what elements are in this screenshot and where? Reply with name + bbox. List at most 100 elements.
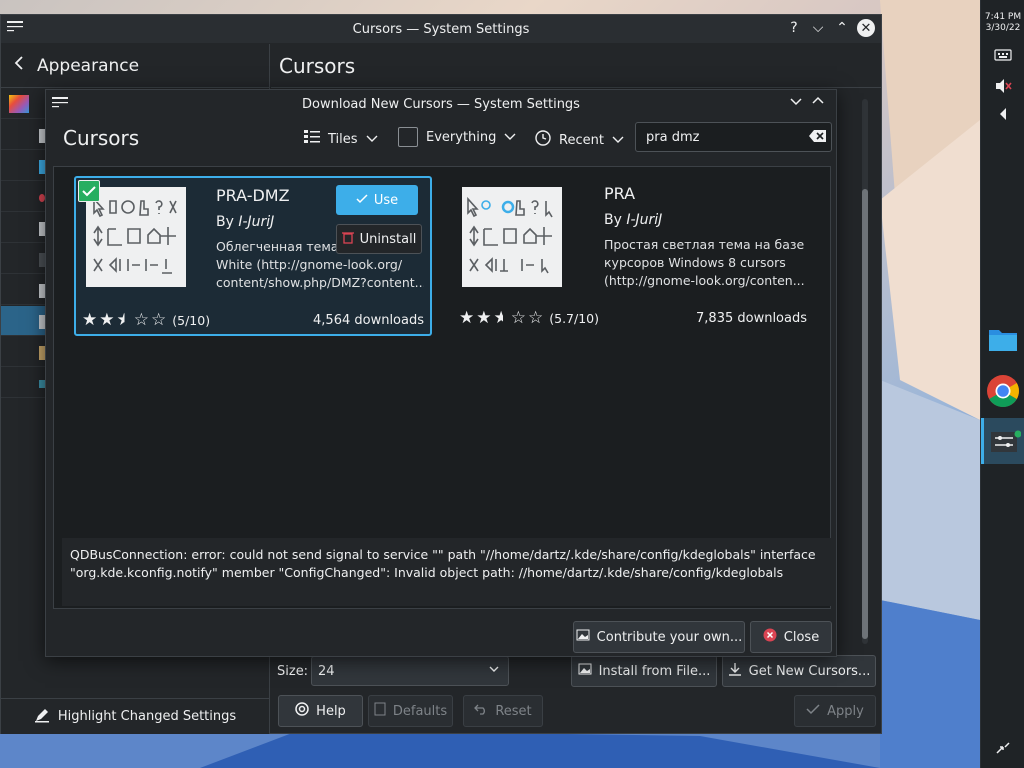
chrome-icon[interactable] [981, 374, 1024, 408]
defaults-label: Defaults [392, 703, 448, 719]
volume-muted-icon[interactable] [981, 78, 1024, 94]
cursor-preview-image [86, 187, 186, 287]
dialog-minimize-icon[interactable] [790, 95, 802, 111]
clock-icon [535, 130, 551, 150]
folder-icon[interactable] [981, 326, 1024, 352]
author-name[interactable]: I-JuriJ [238, 214, 274, 230]
document-icon [374, 702, 386, 720]
item-description: Простая светлая тема на базе курсоров Wi… [604, 236, 804, 290]
star-full-icon: ★ [82, 310, 98, 330]
get-new-cursors-label: Get New Cursors... [748, 663, 871, 679]
desc-line: Простая светлая тема на базе [604, 237, 804, 252]
reset-button[interactable]: Reset [463, 695, 543, 727]
search-value: pra dmz [646, 129, 700, 145]
author-name[interactable]: I-JuriJ [626, 212, 662, 228]
highlight-changed-label: Highlight Changed Settings [57, 709, 237, 724]
chevron-down-icon [488, 663, 500, 679]
dialog-toolbar: Cursors Tiles Everything Recent pra dmz [46, 118, 836, 160]
back-arrow-icon[interactable] [13, 55, 25, 76]
item-title: PRA [604, 184, 636, 203]
item-card-pra[interactable]: PRA By I-JuriJ Простая светлая тема на б… [453, 176, 811, 336]
defaults-button[interactable]: Defaults [368, 695, 453, 727]
clock-date: 3/30/22 [985, 23, 1021, 33]
desc-line: курсоров Windows 8 cursors [604, 255, 786, 270]
contribute-button[interactable]: Contribute your own... [573, 621, 745, 653]
settings-app-icon[interactable] [981, 418, 1024, 464]
install-from-file-label: Install from File... [598, 663, 711, 679]
rating-stars: ★ ★ ★ ☆ ☆ (5.7/10) [459, 308, 599, 328]
dialog-title: Download New Cursors — System Settings [302, 96, 580, 112]
sort-selector[interactable]: Recent [535, 130, 624, 150]
error-line: "org.kde.kconfig.notify" member "ConfigC… [70, 565, 784, 580]
chevron-down-icon [366, 132, 378, 147]
rating-stars: ★ ★ ★ ☆ ☆ (5/10) [82, 310, 210, 330]
highlight-changed-button[interactable]: Highlight Changed Settings [1, 698, 269, 734]
apply-button[interactable]: Apply [794, 695, 876, 727]
minimize-icon[interactable]: ⌵ [809, 19, 827, 37]
use-button[interactable]: Use [336, 185, 418, 215]
image-icon [576, 629, 590, 645]
expand-arrow-icon[interactable] [981, 108, 1024, 120]
filter-selector[interactable]: Everything [398, 127, 516, 147]
item-author: By I-JuriJ [604, 212, 662, 228]
main-titlebar[interactable]: Cursors — System Settings ? ⌵ ⌃ ✕ [1, 15, 881, 43]
dialog-titlebar[interactable]: Download New Cursors — System Settings [46, 90, 836, 118]
global-theme-icon [9, 95, 29, 113]
page-title: Cursors [271, 44, 881, 88]
trash-icon [341, 231, 354, 248]
filter-label: Everything [426, 129, 497, 145]
item-author: By I-JuriJ [216, 214, 274, 230]
desc-line: (http://gnome-look.org/conten... [604, 273, 804, 288]
help-icon[interactable]: ? [785, 19, 803, 37]
right-panel: 7:41 PM 3/30/22 [980, 0, 1024, 768]
download-count: 7,835 downloads [696, 311, 807, 326]
search-input[interactable]: pra dmz [635, 122, 832, 152]
size-combobox[interactable]: 24 [311, 656, 509, 686]
keyboard-icon[interactable] [981, 48, 1024, 62]
items-grid: PRA-DMZ By I-JuriJ Облегченная тема Whit… [53, 166, 832, 609]
close-button[interactable]: Close [750, 621, 832, 653]
download-icon [728, 662, 742, 680]
chevron-down-icon [612, 133, 624, 148]
star-empty-icon: ☆ [528, 308, 544, 328]
sort-label: Recent [559, 132, 604, 148]
content-scrollbar[interactable] [859, 89, 871, 644]
author-prefix: By [216, 214, 234, 230]
cursor-preview-image [462, 187, 562, 287]
close-icon[interactable]: ✕ [857, 19, 875, 37]
reset-label: Reset [495, 703, 532, 719]
star-full-icon: ★ [459, 308, 475, 328]
check-icon [806, 703, 820, 719]
uninstall-button[interactable]: Uninstall [336, 224, 422, 254]
get-new-cursors-button[interactable]: Get New Cursors... [722, 655, 876, 687]
maximize-icon[interactable]: ⌃ [833, 19, 851, 37]
close-label: Close [783, 629, 820, 645]
apply-label: Apply [827, 703, 864, 719]
error-line: QDBusConnection: error: could not send s… [70, 547, 816, 562]
rating-text: (5/10) [172, 312, 211, 328]
view-mode-label: Tiles [328, 131, 358, 147]
dialog-menu-icon[interactable] [52, 97, 68, 113]
dialog-maximize-icon[interactable] [812, 95, 824, 111]
view-mode-selector[interactable]: Tiles [304, 130, 378, 148]
tiles-icon [304, 130, 320, 148]
clock[interactable]: 7:41 PM 3/30/22 [981, 12, 1024, 34]
contribute-label: Contribute your own... [596, 629, 743, 645]
desktop-toggle-icon[interactable] [981, 740, 1024, 756]
help-button[interactable]: Help [278, 695, 363, 727]
clear-search-icon[interactable] [809, 129, 827, 147]
chevron-down-icon [504, 130, 516, 145]
author-prefix: By [604, 212, 622, 228]
download-dialog: Download New Cursors — System Settings C… [45, 89, 837, 657]
sidebar-back[interactable]: Appearance [1, 44, 269, 88]
app-menu-icon[interactable] [7, 21, 23, 37]
install-from-file-button[interactable]: Install from File... [571, 655, 717, 687]
clock-time: 7:41 PM [984, 12, 1022, 22]
star-half-icon: ★ [116, 310, 132, 330]
undo-icon [474, 703, 488, 719]
check-icon [356, 193, 368, 208]
item-card-pra-dmz[interactable]: PRA-DMZ By I-JuriJ Облегченная тема Whit… [74, 176, 432, 336]
window-title: Cursors — System Settings [352, 21, 530, 37]
size-label: Size: [277, 664, 309, 679]
pen-icon [34, 707, 50, 727]
